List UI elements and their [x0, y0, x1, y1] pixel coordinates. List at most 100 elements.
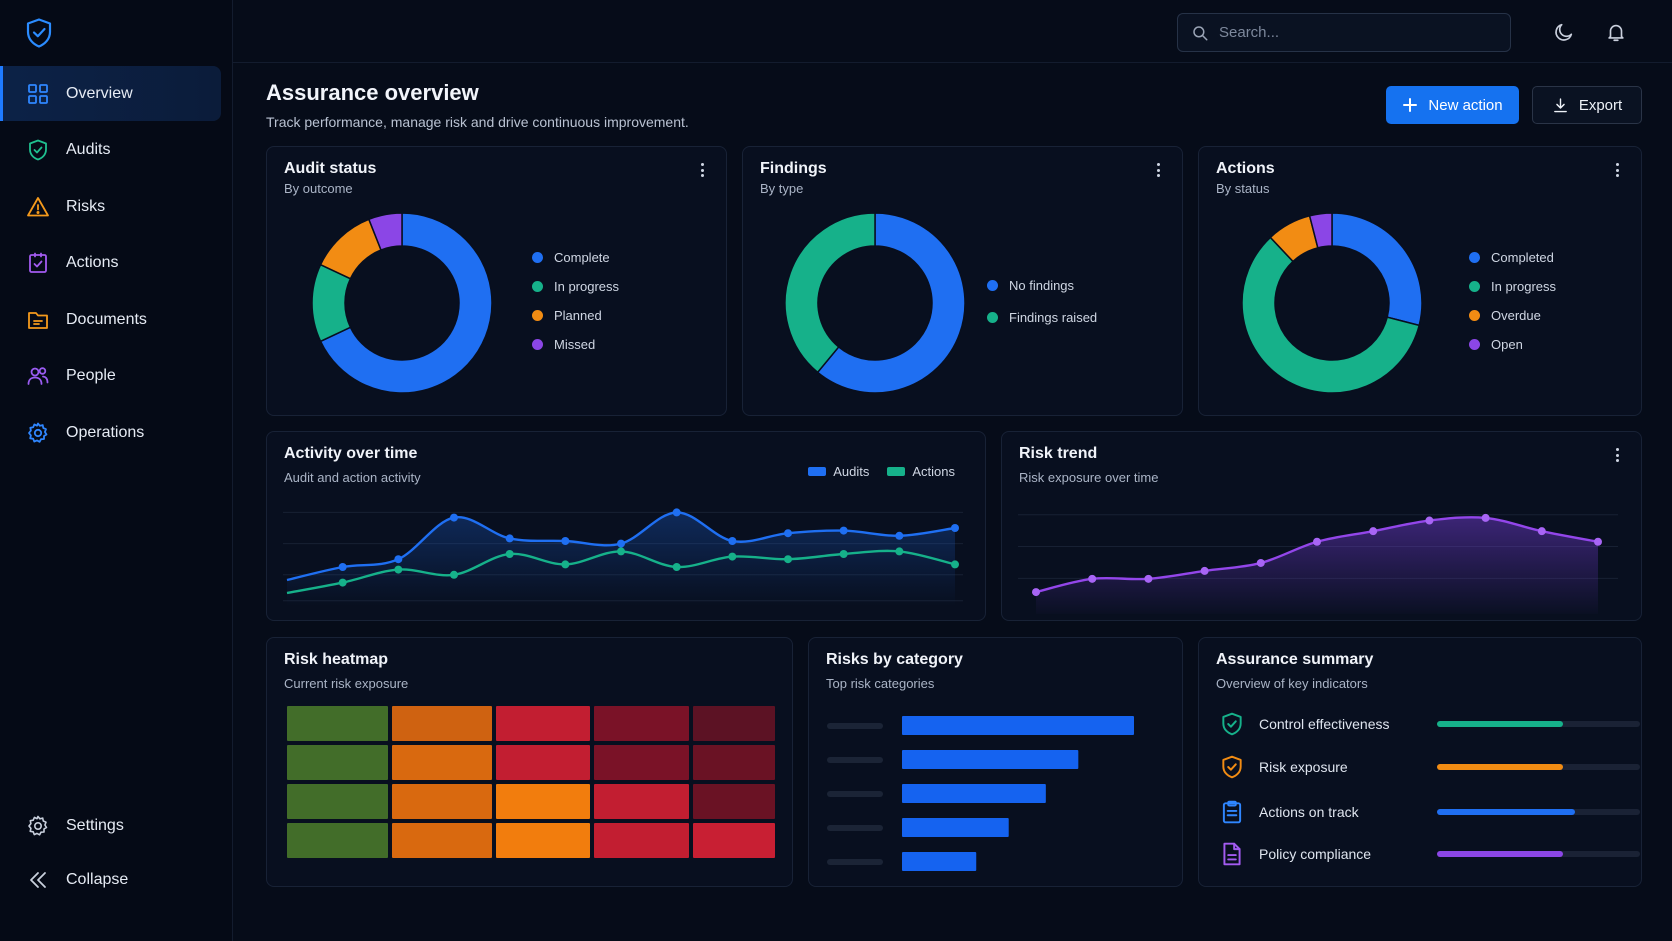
legend-item: No findings — [987, 269, 1097, 301]
theme-toggle-button[interactable] — [1550, 18, 1578, 46]
assurance-summary-card: Assurance summary Overview of key indica… — [1198, 637, 1642, 887]
heatmap-cell-1-2[interactable] — [496, 745, 590, 780]
sidebar-item-settings[interactable]: Settings — [0, 800, 221, 852]
summary-row-control-effectiveness: Control effectiveness — [1219, 709, 1640, 739]
new-action-button[interactable]: New action — [1386, 86, 1519, 124]
progress-track — [1437, 764, 1640, 770]
notifications-button[interactable] — [1602, 18, 1630, 46]
more-options-icon[interactable] — [1152, 161, 1164, 179]
shield-check-icon — [1222, 712, 1242, 736]
page-subtitle: Track performance, manage risk and drive… — [266, 114, 689, 130]
heatmap-cell-3-0[interactable] — [287, 823, 388, 858]
search-input[interactable] — [1219, 24, 1489, 41]
sidebar-item-label: People — [66, 367, 116, 384]
risk-trend-card: Risk trend Risk exposure over time — [1001, 431, 1642, 621]
card-title: Risk heatmap — [284, 651, 389, 668]
legend-item: Open — [1469, 330, 1556, 359]
data-point — [839, 550, 848, 558]
heatmap-cell-1-1[interactable] — [392, 745, 492, 780]
data-point — [784, 529, 792, 538]
data-point — [951, 560, 959, 569]
export-button[interactable]: Export — [1532, 86, 1642, 124]
clipboard-check-icon — [29, 252, 47, 273]
heatmap-cell-0-3[interactable] — [594, 706, 689, 741]
data-point — [338, 563, 347, 571]
sidebar-item-actions[interactable]: Actions — [0, 236, 221, 291]
data-point — [1256, 558, 1265, 567]
data-point — [1425, 516, 1434, 525]
sidebar-bottom: Settings Collapse — [0, 800, 221, 907]
sidebar-item-people[interactable]: People — [0, 349, 221, 404]
category-label-placeholder — [827, 723, 883, 729]
data-point — [617, 539, 625, 548]
more-options-icon[interactable] — [1611, 161, 1623, 179]
risk-heatmap-grid — [287, 706, 775, 858]
legend-item: In progress — [532, 272, 619, 301]
heatmap-cell-2-1[interactable] — [392, 784, 492, 819]
shield-check-icon — [29, 139, 47, 161]
actions-donut — [1242, 213, 1422, 393]
more-options-icon[interactable] — [1611, 446, 1623, 464]
heatmap-cell-0-1[interactable] — [392, 706, 492, 741]
heatmap-cell-1-0[interactable] — [287, 745, 388, 780]
heatmap-cell-3-2[interactable] — [496, 823, 590, 858]
summary-row-policy-compliance: Policy compliance — [1219, 839, 1640, 869]
sidebar-item-risks[interactable]: Risks — [0, 179, 221, 234]
card-subtitle: By outcome — [284, 181, 353, 196]
category-label-placeholder — [827, 757, 883, 763]
search-icon — [1193, 25, 1208, 40]
progress-fill — [1437, 721, 1563, 727]
heatmap-cell-2-4[interactable] — [693, 784, 775, 819]
activity-legend: Audits Actions — [790, 464, 955, 479]
data-point — [728, 552, 737, 561]
heatmap-cell-3-4[interactable] — [693, 823, 775, 858]
audit-status-donut — [312, 213, 492, 393]
heatmap-cell-1-4[interactable] — [693, 745, 775, 780]
sidebar: Overview Audits Risks Actions Documents — [0, 0, 233, 941]
more-options-icon[interactable] — [696, 161, 708, 179]
category-bar — [902, 750, 1079, 769]
sidebar-item-label: Collapse — [66, 870, 129, 888]
category-bar — [902, 818, 1009, 837]
heatmap-cell-0-4[interactable] — [693, 706, 775, 741]
actions-card: Actions By status Completed In progress … — [1198, 146, 1642, 416]
data-point — [1032, 588, 1040, 597]
sidebar-item-documents[interactable]: Documents — [0, 292, 221, 347]
category-bar — [902, 852, 977, 871]
progress-fill — [1437, 764, 1563, 770]
risks-by-category-bar-chart — [827, 716, 1134, 871]
data-point — [895, 547, 904, 556]
heatmap-cell-0-0[interactable] — [287, 706, 388, 741]
plus-icon — [1403, 98, 1418, 112]
sidebar-item-operations[interactable]: Operations — [0, 405, 221, 460]
heatmap-cell-2-2[interactable] — [496, 784, 590, 819]
donut-slice-completed — [1331, 213, 1422, 327]
risk-trend-area-chart — [1018, 513, 1618, 614]
legend-item: Planned — [532, 301, 619, 330]
clipboard-icon — [1222, 800, 1242, 824]
sidebar-item-overview[interactable]: Overview — [0, 66, 221, 121]
heatmap-cell-3-1[interactable] — [392, 823, 492, 858]
findings-legend: No findings Findings raised — [987, 269, 1097, 333]
sidebar-item-audits[interactable]: Audits — [0, 123, 221, 178]
data-point — [450, 513, 458, 522]
summary-row-risk-exposure: Risk exposure — [1219, 752, 1640, 782]
heatmap-cell-0-2[interactable] — [496, 706, 590, 741]
card-title: Actions — [1216, 160, 1275, 177]
card-subtitle: Risk exposure over time — [1019, 470, 1159, 485]
activity-line-chart — [283, 508, 963, 606]
donut-slice-findings-raised — [785, 213, 876, 374]
moon-icon — [1555, 23, 1573, 41]
warning-icon — [27, 196, 49, 216]
risks-by-category-card: Risks by category Top risk categories — [808, 637, 1183, 887]
search-box[interactable] — [1177, 13, 1511, 52]
data-point — [1537, 527, 1546, 536]
sidebar-item-collapse[interactable]: Collapse — [0, 854, 221, 906]
export-label: Export — [1578, 96, 1623, 114]
data-point — [338, 578, 347, 587]
data-point — [505, 534, 514, 543]
heatmap-cell-1-3[interactable] — [594, 745, 689, 780]
heatmap-cell-2-0[interactable] — [287, 784, 388, 819]
heatmap-cell-2-3[interactable] — [594, 784, 689, 819]
heatmap-cell-3-3[interactable] — [594, 823, 689, 858]
